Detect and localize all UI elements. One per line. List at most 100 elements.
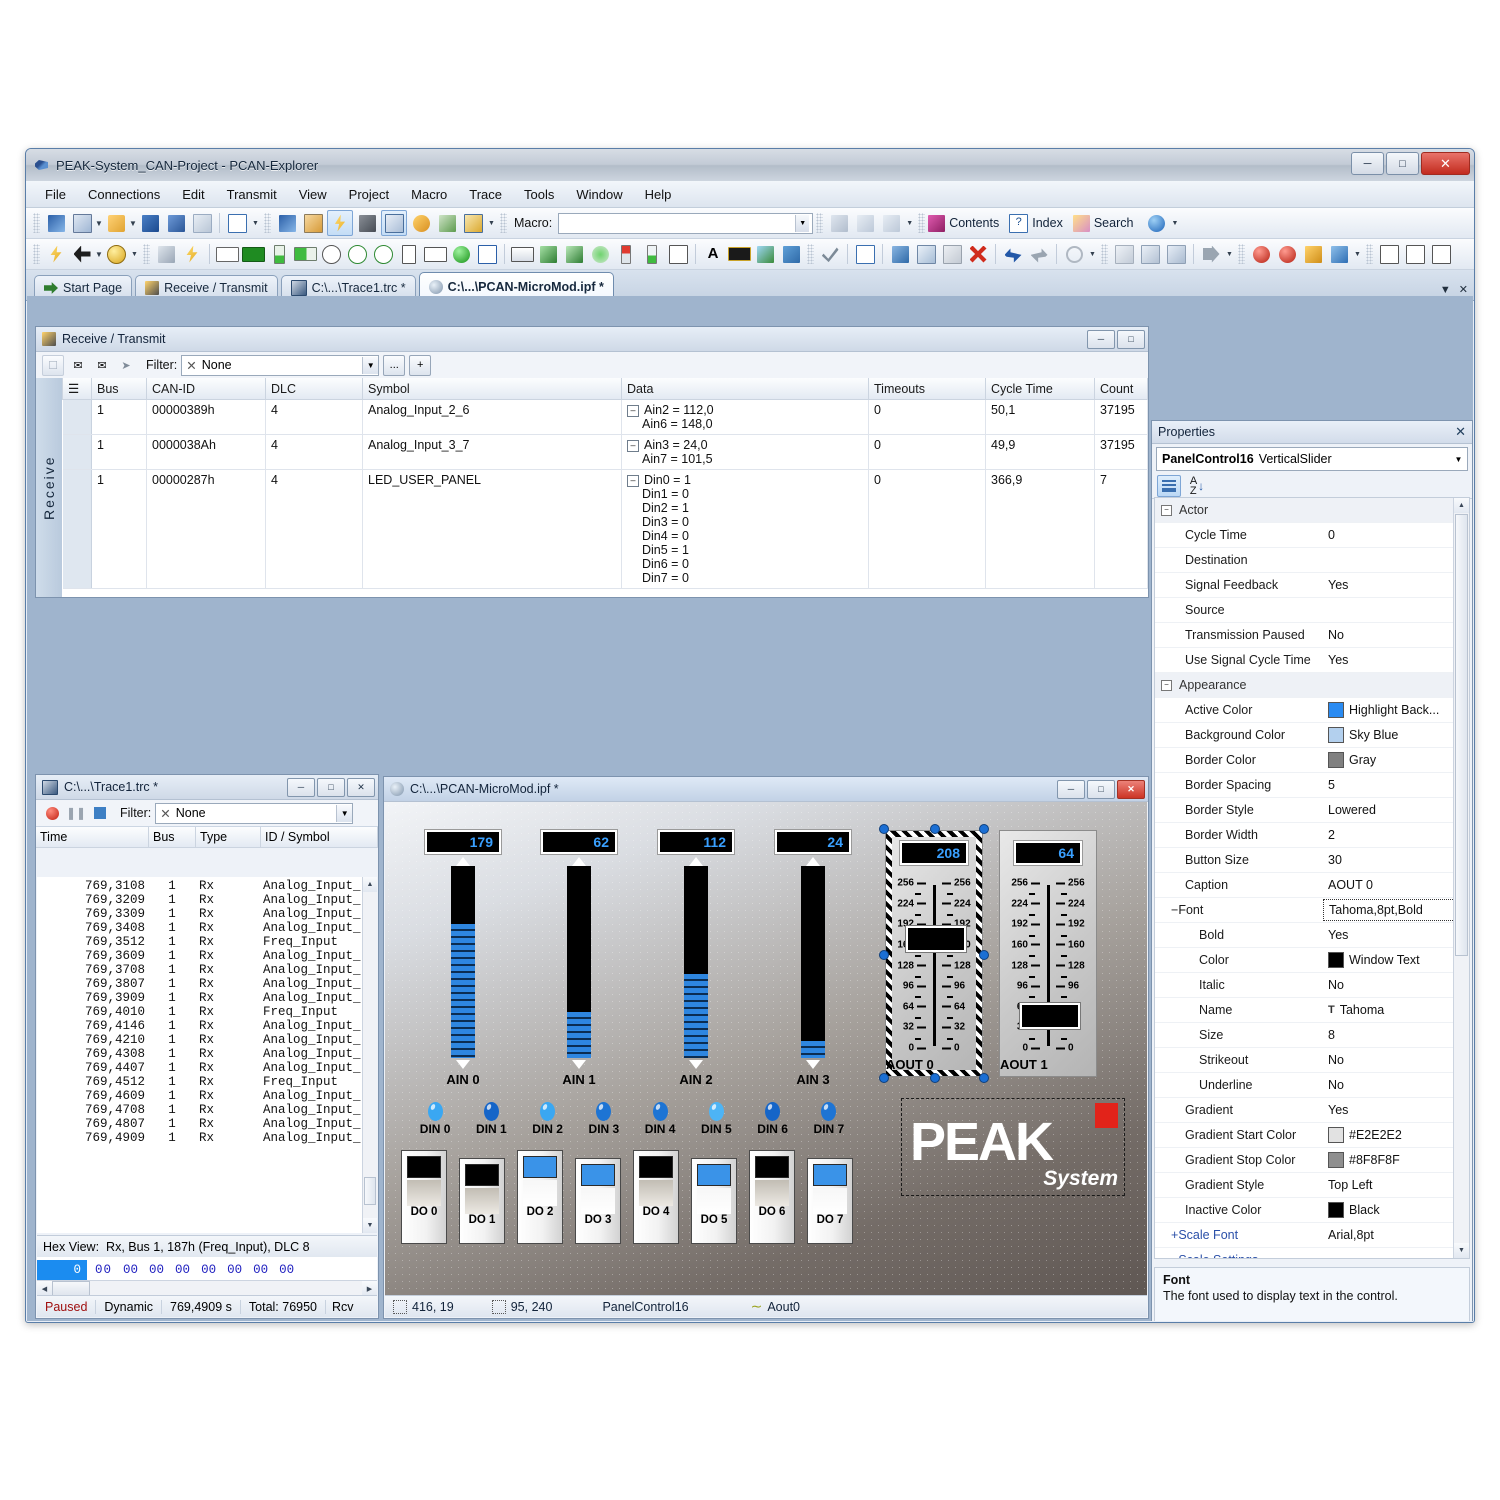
watch-window-icon[interactable] [381, 210, 407, 236]
round-led-icon[interactable] [449, 242, 473, 266]
trace-restore-button[interactable]: □ [317, 777, 345, 797]
toolbar-overflow-icon-4[interactable]: ▼ [1169, 211, 1180, 235]
property-row[interactable]: Gradient Style Top Left [1155, 1173, 1469, 1198]
toolbar-overflow-icon-2[interactable]: ▼ [486, 211, 497, 235]
property-value[interactable]: 30 [1323, 853, 1469, 867]
rt-col-canid[interactable]: CAN-ID [146, 378, 266, 400]
cut-icon[interactable] [888, 242, 912, 266]
peak-logo[interactable]: PEAK System [901, 1098, 1125, 1196]
save-all-icon[interactable] [164, 211, 188, 235]
property-value[interactable]: #8F8F8F [1323, 1152, 1469, 1168]
tab-list-chevron-down-icon[interactable]: ▼ [1440, 284, 1451, 296]
digital-output-5[interactable]: DO 5 [691, 1158, 737, 1244]
property-row[interactable]: Background Color Sky Blue [1155, 723, 1469, 748]
gauge-1-icon[interactable] [319, 242, 343, 266]
undo-icon[interactable] [1001, 242, 1025, 266]
trace-record-icon[interactable] [42, 804, 62, 823]
do-lever[interactable] [755, 1180, 789, 1206]
edit-message-icon[interactable] [1138, 242, 1162, 266]
property-value[interactable]: Highlight Back... [1323, 702, 1469, 718]
hex-scroll-thumb[interactable] [52, 1281, 90, 1296]
plot-line-icon[interactable] [1377, 242, 1401, 266]
menu-item-trace[interactable]: Trace [458, 184, 513, 205]
plot-scatter-icon[interactable] [1403, 242, 1427, 266]
property-value[interactable]: Window Text [1323, 952, 1469, 968]
menu-item-connections[interactable]: Connections [77, 184, 171, 205]
text-label-icon[interactable]: A [701, 242, 725, 266]
property-value[interactable]: 8 [1323, 1028, 1469, 1042]
property-row[interactable]: Border Color Gray [1155, 748, 1469, 773]
numeric-display-icon[interactable] [215, 242, 239, 266]
trace-close-button[interactable]: ✕ [347, 777, 375, 797]
trace-scroll-up-icon[interactable]: ▲ [363, 877, 377, 892]
messages-icon[interactable] [461, 211, 485, 235]
gauge-3-icon[interactable] [371, 242, 395, 266]
project-window-icon[interactable] [275, 211, 299, 235]
symbols-icon[interactable] [301, 211, 325, 235]
new-message-icon[interactable] [1112, 242, 1136, 266]
chart-icon[interactable] [475, 242, 499, 266]
property-row[interactable]: Destination [1155, 548, 1469, 573]
list-item[interactable]: 769,4609 1 Rx Analog_Input_ [37, 1089, 377, 1103]
vertical-slider-icon[interactable] [397, 242, 421, 266]
list-item[interactable]: 769,4010 1 Rx Freq_Input [37, 1005, 377, 1019]
connect-bolt-icon[interactable] [44, 242, 68, 266]
hex-view-hscrollbar[interactable]: ◀ ▶ [37, 1280, 377, 1296]
trace-scrollbar[interactable]: ▲ ▼ [362, 877, 377, 1233]
trace-scroll-thumb[interactable] [364, 1177, 376, 1205]
property-row[interactable]: Size 8 [1155, 1023, 1469, 1048]
slider-ain-0[interactable]: 179 AIN 0 [417, 830, 509, 1087]
rt-filter-combo[interactable]: ✕ None ▼ [181, 354, 380, 376]
pause-watch-icon[interactable] [1301, 242, 1325, 266]
trace-col-bus[interactable]: Bus [149, 827, 196, 847]
property-row[interactable]: −Scale Settings [1155, 1248, 1469, 1258]
property-group-appearance[interactable]: − Appearance [1155, 673, 1469, 698]
delete-icon[interactable] [966, 242, 990, 266]
info-icon[interactable] [1144, 211, 1168, 235]
open-icon[interactable] [104, 211, 128, 235]
minimize-button[interactable]: ─ [1351, 152, 1384, 175]
digital-input-2[interactable]: DIN 2 [520, 1102, 576, 1136]
open-chevron-down-icon[interactable]: ▼ [129, 211, 137, 235]
switch-bank-icon[interactable] [536, 242, 560, 266]
rt-minimize-button[interactable]: ─ [1087, 329, 1115, 349]
trace-filter-chevron-down-icon[interactable]: ▼ [336, 804, 353, 822]
hex-scroll-left-icon[interactable]: ◀ [37, 1281, 52, 1296]
list-item[interactable]: 769,3108 1 Rx Analog_Input_ [37, 879, 377, 893]
rt-restore-button[interactable]: □ [1117, 329, 1145, 349]
property-row[interactable]: Cycle Time 0 [1155, 523, 1469, 548]
property-row[interactable]: Inactive Color Black [1155, 1198, 1469, 1223]
menu-item-transmit[interactable]: Transmit [216, 184, 288, 205]
property-value[interactable]: Gray [1323, 752, 1469, 768]
apply-check-icon[interactable] [818, 242, 842, 266]
digital-input-7[interactable]: DIN 7 [801, 1102, 857, 1136]
list-item[interactable]: 769,3807 1 Rx Analog_Input_ [37, 977, 377, 991]
macros-icon[interactable] [355, 211, 379, 235]
menu-item-window[interactable]: Window [565, 184, 633, 205]
toolbar-overflow-icon-3[interactable]: ▼ [904, 211, 915, 235]
menu-item-project[interactable]: Project [338, 184, 400, 205]
rt-filter-chevron-down-icon[interactable]: ▼ [362, 356, 379, 374]
toolbar-grip-2[interactable] [264, 213, 271, 233]
table-row[interactable]: 1 00000389h 4 Analog_Input_2_6 – Ain2 = 1… [62, 399, 1148, 435]
tab-close-icon[interactable]: ✕ [1459, 283, 1468, 296]
toolbar-overflow-icon[interactable]: ▼ [250, 211, 261, 235]
property-row[interactable]: Active Color Highlight Back... [1155, 698, 1469, 723]
property-row[interactable]: Underline No [1155, 1073, 1469, 1098]
rt-col-cycletime[interactable]: Cycle Time [985, 378, 1095, 400]
digital-input-1[interactable]: DIN 1 [463, 1102, 519, 1136]
property-value[interactable]: #E2E2E2 [1323, 1127, 1469, 1143]
reset-icon[interactable] [70, 242, 94, 266]
new-document-icon[interactable] [70, 211, 94, 235]
property-value[interactable]: AOUT 0 [1323, 878, 1469, 892]
property-value[interactable]: Yes [1323, 578, 1469, 592]
panel-run-icon[interactable] [180, 242, 204, 266]
watch-window-2-icon[interactable] [1327, 242, 1351, 266]
do-lever[interactable] [407, 1180, 441, 1206]
expander-icon[interactable]: – [627, 440, 639, 452]
digital-input-5[interactable]: DIN 5 [688, 1102, 744, 1136]
properties-grid[interactable]: − Actor Cycle Time 0 Destination Signal Feedb… [1154, 497, 1470, 1259]
trace-minimize-button[interactable]: ─ [287, 777, 315, 797]
meter-icon[interactable] [423, 242, 447, 266]
find-icon[interactable] [1062, 242, 1086, 266]
